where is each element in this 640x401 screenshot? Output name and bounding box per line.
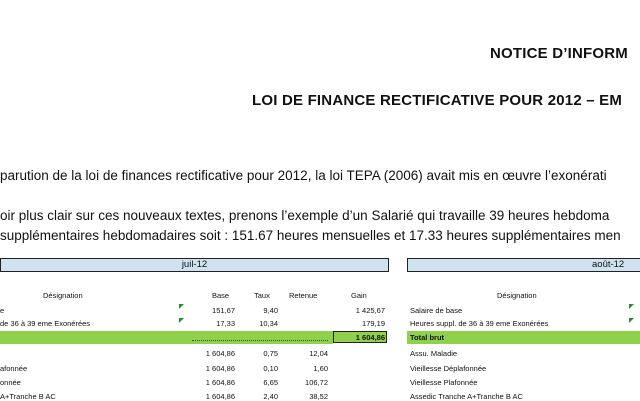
header-designation: Désignation [43,291,83,300]
table-row-designation: e [0,306,5,315]
header-taux: Taux [254,291,270,300]
table-row-base: 17,33 [216,319,235,328]
month-label-august: août-12 [592,259,625,270]
table-row-retenue: 1,60 [313,364,328,373]
header-base: Base [212,291,230,300]
table-row-taux: 0,75 [263,349,278,358]
total-row-highlight-left [0,331,333,344]
table-row-designation: Assu. Maladie [410,349,458,358]
cell-marker-icon [629,304,634,309]
example-paragraph-line1: oir plus clair sur ces nouveaux textes, … [0,208,610,223]
law-title: LOI DE FINANCE RECTIFICATIVE POUR 2012 –… [252,92,623,109]
month-label-july: juil-12 [181,259,208,270]
table-row-gain: 1 425,67 [355,306,385,315]
table-row-taux: 10,34 [259,319,278,328]
table-row-base: 1 604,86 [205,364,235,373]
table-row-designation-total: Total brut [410,333,445,342]
table-row-gain-total: 1 604,86 [355,333,385,342]
month-band-july: juil-12 [0,258,389,272]
total-dotted-line [192,340,328,341]
table-row-designation: de 36 à 39 eme Exonérées [0,319,91,328]
header-retenue: Retenue [289,291,318,300]
table-row-retenue: 12,04 [309,349,328,358]
table-row-designation: afonnée [0,364,28,373]
month-band-august: août-12 [407,258,640,272]
table-row-designation: Heures suppl. de 36 à 39 eme Exonérées [410,319,549,328]
table-row-designation: onnée [0,378,21,387]
table-row-taux: 6,65 [263,378,278,387]
table-row-designation: Vieillesse Déplafonnée [410,364,487,373]
cell-marker-icon [629,318,634,323]
example-paragraph-line2: supplémentaires hebdomadaires soit : 151… [0,228,621,243]
table-row-base: 151,67 [212,306,235,315]
intro-paragraph: parution de la loi de finances rectifica… [0,168,607,183]
table-row-designation: Salaire de base [410,306,463,315]
table-row-designation: Vieillesse Plafonnée [410,378,478,387]
table-row-retenue: 106,72 [305,378,328,387]
table-row-taux: 0,10 [263,364,278,373]
table-row-base: 1 604,86 [205,378,235,387]
table-row-base: 1 604,86 [205,349,235,358]
table-row-taux: 9,40 [263,306,278,315]
cell-marker-icon [179,318,184,323]
header-gain: Gain [351,291,367,300]
cell-marker-icon [179,304,184,309]
table-row-gain: 179,19 [362,319,385,328]
notice-title: NOTICE D’INFORM [490,45,628,62]
right-header-designation: Désignation [497,291,537,300]
